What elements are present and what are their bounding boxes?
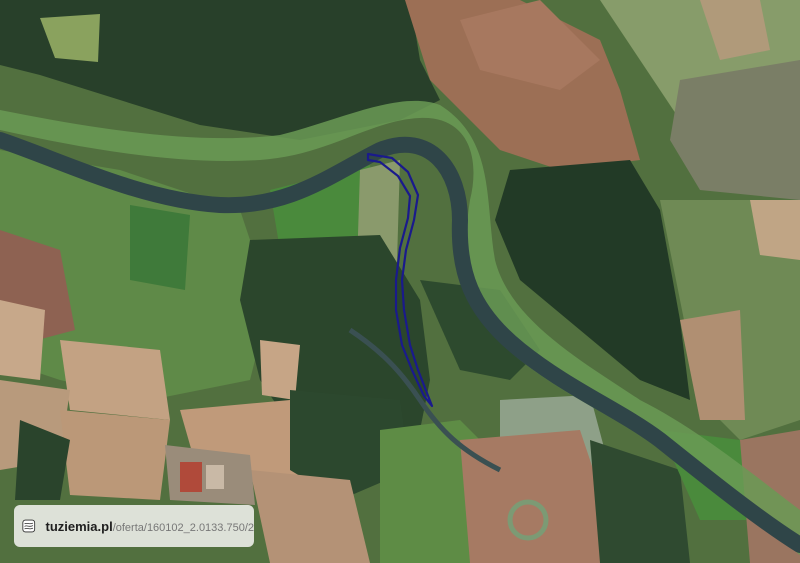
offer-path: /oferta/160102_2.0133.750/2 <box>112 521 254 534</box>
field-area <box>60 340 170 420</box>
satellite-map[interactable] <box>0 0 800 563</box>
farm-buildings <box>206 465 224 489</box>
field-area <box>60 410 170 500</box>
field-area <box>130 205 190 290</box>
field-area <box>0 300 45 380</box>
site-name: tuziemia.pl <box>45 518 113 534</box>
source-badge[interactable]: tuziemia.pl/oferta/160102_2.0133.750/2 <box>14 505 254 547</box>
topography-logo-icon <box>22 519 36 533</box>
farm-buildings <box>180 462 202 492</box>
source-link[interactable]: tuziemia.pl/oferta/160102_2.0133.750/2 <box>46 519 254 534</box>
